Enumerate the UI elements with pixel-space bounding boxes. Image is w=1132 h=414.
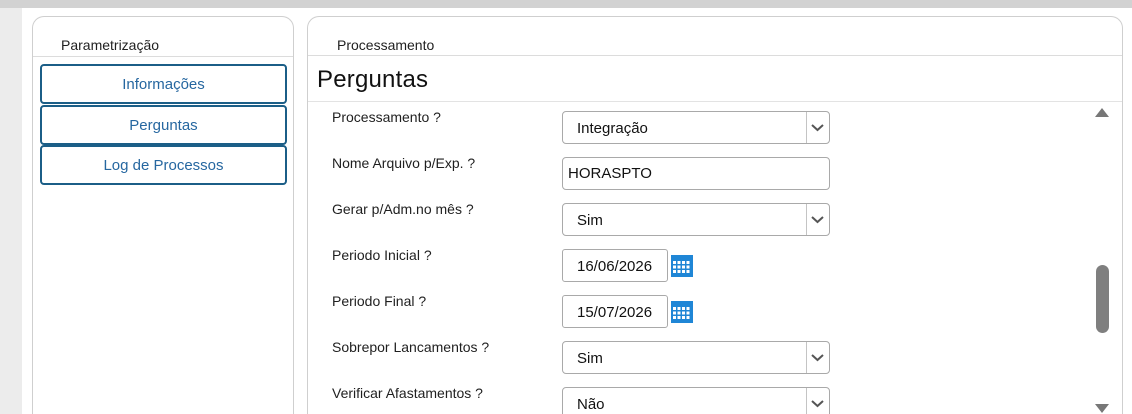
chevron-down-icon[interactable] — [810, 350, 825, 365]
periodo-final-input[interactable]: 15/07/2026 — [562, 295, 668, 328]
select-divider — [806, 342, 807, 373]
sidebar-item-label: Perguntas — [129, 116, 198, 134]
sidebar-item-informacoes[interactable]: Informações — [40, 64, 287, 104]
select-value: Integração — [577, 120, 648, 137]
question-label-gerar-adm: Gerar p/Adm.no mês ? — [332, 201, 474, 217]
nome-arquivo-input[interactable]: HORASPTO — [562, 157, 830, 190]
calendar-icon[interactable] — [670, 300, 694, 324]
tab-title: Processamento — [308, 17, 1122, 56]
question-label-periodo-inicial: Periodo Inicial ? — [332, 247, 432, 263]
question-label-periodo-final: Periodo Final ? — [332, 293, 427, 309]
question-label-nome-arquivo: Nome Arquivo p/Exp. ? — [332, 155, 476, 171]
chevron-down-icon[interactable] — [810, 396, 825, 411]
input-value: HORASPTO — [568, 165, 652, 182]
window-left-strip — [0, 8, 22, 414]
select-value: Sim — [577, 350, 603, 367]
date-value: 15/07/2026 — [577, 304, 653, 321]
sidebar-title: Parametrização — [33, 17, 293, 57]
date-value: 16/06/2026 — [577, 258, 653, 275]
scroll-up-icon[interactable] — [1094, 106, 1110, 118]
question-label-sobrepor-lancamentos: Sobrepor Lancamentos ? — [332, 339, 490, 355]
scrollbar-thumb[interactable] — [1096, 265, 1109, 333]
sidebar-item-label: Log de Processos — [103, 156, 224, 174]
sidebar-item-perguntas[interactable]: Perguntas — [40, 105, 287, 145]
verificar-afastamentos-select[interactable]: Não — [562, 387, 830, 414]
select-divider — [806, 388, 807, 414]
sobrepor-lancamentos-select[interactable]: Sim — [562, 341, 830, 374]
page-title: Perguntas — [317, 66, 429, 93]
scroll-down-icon[interactable] — [1094, 403, 1110, 414]
processamento-select[interactable]: Integração — [562, 111, 830, 144]
select-value: Sim — [577, 212, 603, 229]
question-label-verificar-afastamentos: Verificar Afastamentos ? — [332, 385, 483, 401]
select-value: Não — [577, 396, 605, 413]
main-panel: Processamento Perguntas Processamento ? … — [307, 16, 1123, 414]
sidebar-item-log-de-processos[interactable]: Log de Processos — [40, 145, 287, 185]
sidebar-item-label: Informações — [122, 75, 205, 93]
sidebar-panel: Parametrização Informações Perguntas Log… — [32, 16, 294, 414]
periodo-inicial-input[interactable]: 16/06/2026 — [562, 249, 668, 282]
select-divider — [806, 112, 807, 143]
calendar-icon[interactable] — [670, 254, 694, 278]
gerar-adm-select[interactable]: Sim — [562, 203, 830, 236]
question-label-processamento: Processamento ? — [332, 109, 441, 125]
questions-form: Processamento ? Integração Nome Arquivo … — [308, 101, 1122, 414]
chevron-down-icon[interactable] — [810, 120, 825, 135]
window-top-strip — [0, 0, 1132, 8]
chevron-down-icon[interactable] — [810, 212, 825, 227]
select-divider — [806, 204, 807, 235]
